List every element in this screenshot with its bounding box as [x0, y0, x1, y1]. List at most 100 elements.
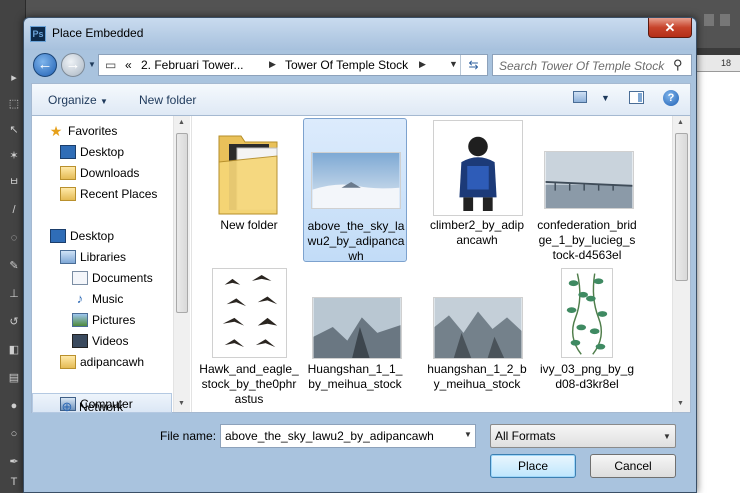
scroll-down-icon[interactable]: ▼: [178, 400, 185, 407]
move-tool-icon[interactable]: ▸: [7, 72, 21, 84]
refresh-button[interactable]: ⇆: [460, 55, 486, 75]
navigation-scrollbar[interactable]: ▲ ▼: [173, 116, 190, 412]
nav-item-videos[interactable]: Videos: [72, 331, 128, 351]
nav-item-desktop[interactable]: Desktop: [60, 142, 124, 162]
type-tool-icon[interactable]: T: [7, 476, 21, 488]
forward-button[interactable]: →: [61, 53, 85, 77]
network-icon: ⊕: [61, 398, 73, 414]
view-options-dropdown[interactable]: ▼: [601, 93, 610, 103]
new-folder-button[interactable]: New folder: [139, 93, 196, 107]
nav-item-user[interactable]: adipancawh: [60, 352, 144, 372]
breadcrumb-item[interactable]: 2. Februari Tower...: [141, 58, 244, 72]
scrollbar-thumb[interactable]: [675, 133, 688, 281]
nav-item-recent-places[interactable]: Recent Places: [60, 184, 157, 204]
file-item-ivy[interactable]: ivy_03_png_by_gd08-d3kr8el: [535, 266, 639, 410]
breadcrumb-item[interactable]: Tower Of Temple Stock: [285, 58, 408, 72]
file-item-above-the-sky[interactable]: above_the_sky_lawu2_by_adipancawh: [303, 118, 407, 263]
file-name: New folder: [220, 218, 278, 232]
preview-pane-icon[interactable]: [629, 91, 644, 104]
nav-item-favorites[interactable]: ★ Favorites: [48, 121, 118, 141]
nav-label: Desktop: [80, 145, 125, 159]
change-view-icon[interactable]: [573, 91, 587, 103]
nav-item-downloads[interactable]: Downloads: [60, 163, 139, 183]
healing-brush-icon[interactable]: ◌: [7, 232, 21, 244]
file-item-confederation-bridge[interactable]: confederation_bridge_1_by_lucieg_stock-d…: [535, 118, 639, 262]
magic-wand-icon[interactable]: ✶: [7, 150, 21, 162]
back-button[interactable]: ←: [33, 53, 57, 77]
search-input[interactable]: Search Tower Of Temple Stock: [499, 59, 664, 73]
scroll-down-icon[interactable]: ▼: [677, 400, 684, 407]
nav-item-pictures[interactable]: Pictures: [72, 310, 135, 330]
stamp-tool-icon[interactable]: ⊥: [7, 288, 21, 300]
organize-label: Organize: [48, 93, 97, 107]
place-button[interactable]: Place: [490, 454, 576, 478]
search-icon[interactable]: ⚲: [673, 57, 683, 73]
nav-label: adipancawh: [80, 355, 145, 369]
organize-button[interactable]: Organize ▼: [48, 93, 108, 107]
cancel-button[interactable]: Cancel: [590, 454, 676, 478]
videos-icon: [72, 333, 88, 348]
nav-item-network[interactable]: ⊕ Network: [59, 397, 123, 417]
image-thumbnail: [312, 297, 402, 359]
help-icon[interactable]: ?: [663, 90, 679, 106]
recent-locations-dropdown[interactable]: ▼: [88, 60, 96, 69]
file-item-huangshan-1-1[interactable]: Huangshan_1_1_by_meihua_stock: [303, 266, 407, 410]
file-name: Hawk_and_eagle_stock_by_the0phrastus: [199, 362, 299, 406]
nav-label: Videos: [92, 334, 129, 348]
file-item-hawk-and-eagle[interactable]: Hawk_and_eagle_stock_by_the0phrastus: [197, 266, 301, 410]
nav-item-documents[interactable]: Documents: [72, 268, 153, 288]
lasso-tool-icon[interactable]: ↖: [7, 124, 21, 136]
pen-tool-icon[interactable]: ✒: [7, 456, 21, 468]
command-bar: Organize ▼ New folder ▼ ?: [31, 83, 691, 115]
panel-toggle-icon[interactable]: [704, 14, 714, 26]
file-name-dropdown-icon[interactable]: ▼: [464, 430, 472, 439]
place-embedded-dialog: Ps Place Embedded ✕ ← → ▼ ▭ « 2. Februar…: [23, 17, 697, 493]
navigation-pane: ★ Favorites Desktop Downloads Recent Plac…: [32, 116, 191, 413]
chevron-down-icon: ▼: [100, 97, 108, 106]
file-item-huangshan-1-2[interactable]: huangshan_1_2_by_meihua_stock: [425, 266, 529, 410]
blur-tool-icon[interactable]: ●: [7, 400, 21, 412]
folder-icon: [218, 135, 278, 215]
history-brush-icon[interactable]: ↺: [7, 316, 21, 328]
image-thumbnail: [433, 297, 523, 359]
scroll-up-icon[interactable]: ▲: [178, 119, 185, 126]
folder-location-icon: ▭: [105, 58, 117, 72]
arrow-right-icon: →: [65, 56, 81, 73]
arrow-left-icon: ←: [37, 56, 53, 73]
breadcrumb-separator-icon[interactable]: ▶: [269, 59, 276, 70]
panel-toggle-icon[interactable]: [720, 14, 730, 26]
breadcrumb-overflow[interactable]: «: [125, 58, 132, 72]
nav-label: Pictures: [92, 313, 136, 327]
scroll-up-icon[interactable]: ▲: [677, 119, 684, 126]
title-bar: Ps Place Embedded ✕: [24, 18, 696, 50]
nav-item-music[interactable]: ♪ Music: [72, 289, 124, 309]
close-button[interactable]: ✕: [648, 18, 692, 38]
gradient-tool-icon[interactable]: ▤: [7, 372, 21, 384]
image-thumbnail: [311, 152, 401, 209]
brush-tool-icon[interactable]: ✎: [7, 260, 21, 272]
dodge-tool-icon[interactable]: ○: [7, 428, 21, 440]
file-name: confederation_bridge_1_by_lucieg_stock-d…: [537, 218, 637, 262]
nav-item-desktop-root[interactable]: Desktop: [50, 226, 114, 246]
address-bar[interactable]: ▭ « 2. Februari Tower... ▶ Tower Of Temp…: [98, 54, 488, 76]
desktop-icon: [60, 144, 76, 159]
eyedropper-icon[interactable]: /: [7, 204, 21, 216]
search-box[interactable]: Search Tower Of Temple Stock ⚲: [492, 54, 692, 76]
crop-tool-icon[interactable]: ㅂ: [7, 176, 21, 188]
breadcrumb-separator-icon[interactable]: ▶: [419, 59, 426, 70]
pictures-icon: [72, 312, 88, 327]
file-name-input[interactable]: above_the_sky_lawu2_by_adipancawh: [220, 424, 476, 448]
file-list-scrollbar[interactable]: ▲ ▼: [672, 116, 690, 412]
nav-label: Network: [79, 400, 124, 414]
file-item-new-folder[interactable]: New folder: [197, 118, 301, 262]
marquee-tool-icon[interactable]: ⬚: [7, 98, 21, 110]
format-select[interactable]: All Formats ▼: [490, 424, 676, 448]
file-item-climber[interactable]: climber2_by_adipancawh: [425, 118, 529, 262]
nav-item-libraries[interactable]: Libraries: [60, 247, 126, 267]
file-name: ivy_03_png_by_gd08-d3kr8el: [539, 362, 635, 391]
browser-body: ★ Favorites Desktop Downloads Recent Plac…: [31, 115, 691, 413]
eraser-tool-icon[interactable]: ◧: [7, 344, 21, 356]
address-dropdown-icon[interactable]: ▼: [449, 59, 458, 69]
scrollbar-thumb[interactable]: [176, 133, 188, 313]
image-thumbnail: [433, 120, 523, 216]
